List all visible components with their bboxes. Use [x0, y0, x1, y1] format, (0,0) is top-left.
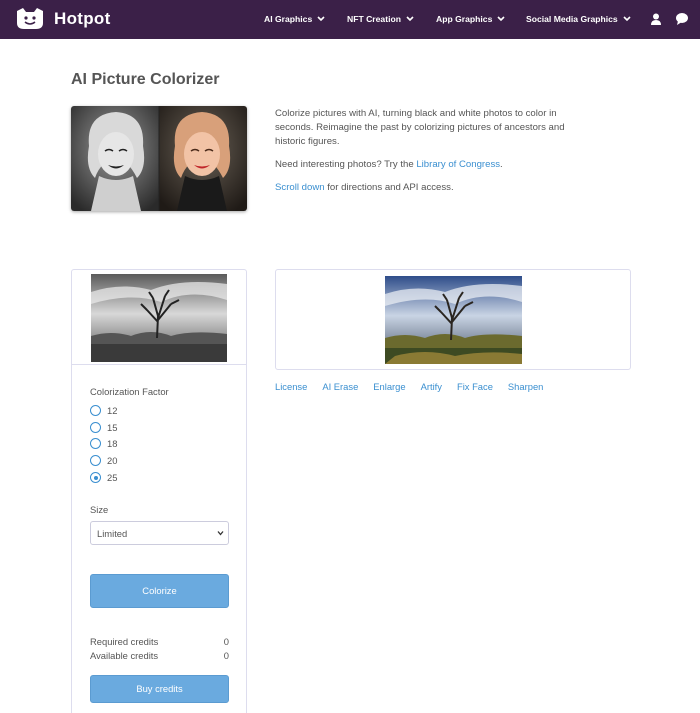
factor-option-15[interactable]: 15 [90, 422, 117, 433]
before-after-example-image [71, 106, 247, 211]
required-credits-value: 0 [223, 636, 229, 647]
ai-erase-link[interactable]: AI Erase [322, 381, 358, 392]
radio-button[interactable] [90, 438, 101, 449]
tool-links: License AI Erase Enlarge Artify Fix Face… [275, 381, 558, 392]
nav-label: NFT Creation [347, 14, 401, 24]
available-credits-value: 0 [223, 650, 229, 661]
intro-paragraph: Need interesting photos? Try the Library… [275, 158, 575, 172]
intro-text-fragment: for directions and API access. [324, 182, 454, 193]
radio-label: 18 [107, 438, 118, 449]
intro-paragraph: Colorize pictures with AI, turning black… [275, 108, 565, 147]
radio-label: 12 [107, 405, 118, 416]
sharpen-link[interactable]: Sharpen [508, 381, 543, 392]
chevron-down-icon [217, 531, 224, 536]
license-link[interactable]: License [275, 381, 307, 392]
result-panel [275, 269, 631, 370]
factor-option-25[interactable]: 25 [90, 472, 117, 483]
top-navbar: Hotpot AI Graphics NFT Creation App Grap… [0, 0, 700, 39]
chevron-down-icon [317, 16, 325, 22]
colorize-button[interactable]: Colorize [90, 574, 229, 608]
fix-face-link[interactable]: Fix Face [457, 381, 493, 392]
enlarge-link[interactable]: Enlarge [373, 381, 405, 392]
intro-text: Colorize pictures with AI, turning black… [275, 107, 575, 204]
colorized-result-image[interactable] [385, 276, 522, 364]
chevron-down-icon [497, 16, 505, 22]
nav-ai-graphics[interactable]: AI Graphics [264, 14, 325, 24]
intro-text-fragment: Need interesting photos? Try the [275, 159, 417, 170]
chevron-down-icon [406, 16, 414, 22]
chat-icon[interactable] [675, 12, 689, 26]
chevron-down-icon [623, 16, 631, 22]
size-select[interactable]: Limited [90, 521, 229, 545]
factor-option-20[interactable]: 20 [90, 455, 117, 466]
library-of-congress-link[interactable]: Library of Congress [416, 159, 500, 170]
brand[interactable]: Hotpot [14, 7, 111, 31]
size-select-value: Limited [97, 528, 128, 539]
required-credits-row: Required credits 0 [90, 636, 229, 647]
available-credits-row: Available credits 0 [90, 650, 229, 661]
artify-link[interactable]: Artify [421, 381, 442, 392]
panel-divider [72, 364, 246, 365]
nav-social-media-graphics[interactable]: Social Media Graphics [526, 14, 631, 24]
factor-option-12[interactable]: 12 [90, 405, 117, 416]
available-credits-label: Available credits [90, 650, 159, 661]
radio-button-selected[interactable] [90, 472, 101, 483]
user-icon[interactable] [649, 12, 663, 26]
uploaded-image-thumbnail[interactable] [91, 274, 227, 362]
nav-label: Social Media Graphics [526, 14, 618, 24]
brand-name: Hotpot [54, 9, 111, 28]
page-title: AI Picture Colorizer [71, 71, 220, 88]
radio-label: 15 [107, 422, 118, 433]
nav-label: App Graphics [436, 14, 493, 24]
buy-credits-button[interactable]: Buy credits [90, 675, 229, 703]
intro-text-fragment: . [500, 159, 503, 170]
hotpot-logo-icon [17, 8, 43, 29]
intro-paragraph: Scroll down for directions and API acces… [275, 181, 575, 195]
radio-label: 25 [107, 472, 118, 483]
radio-button[interactable] [90, 455, 101, 466]
nav-nft-creation[interactable]: NFT Creation [347, 14, 414, 24]
nav-label: AI Graphics [264, 14, 313, 24]
factor-option-18[interactable]: 18 [90, 438, 117, 449]
colorization-factor-label: Colorization Factor [90, 386, 169, 397]
required-credits-label: Required credits [90, 636, 159, 647]
radio-label: 20 [107, 455, 118, 466]
radio-button[interactable] [90, 422, 101, 433]
scroll-down-link[interactable]: Scroll down [275, 182, 325, 193]
size-label: Size [90, 504, 109, 515]
radio-button[interactable] [90, 405, 101, 416]
colorize-form-panel: Colorization Factor 12 15 18 20 25 Size … [71, 269, 247, 713]
nav-app-graphics[interactable]: App Graphics [436, 14, 505, 24]
